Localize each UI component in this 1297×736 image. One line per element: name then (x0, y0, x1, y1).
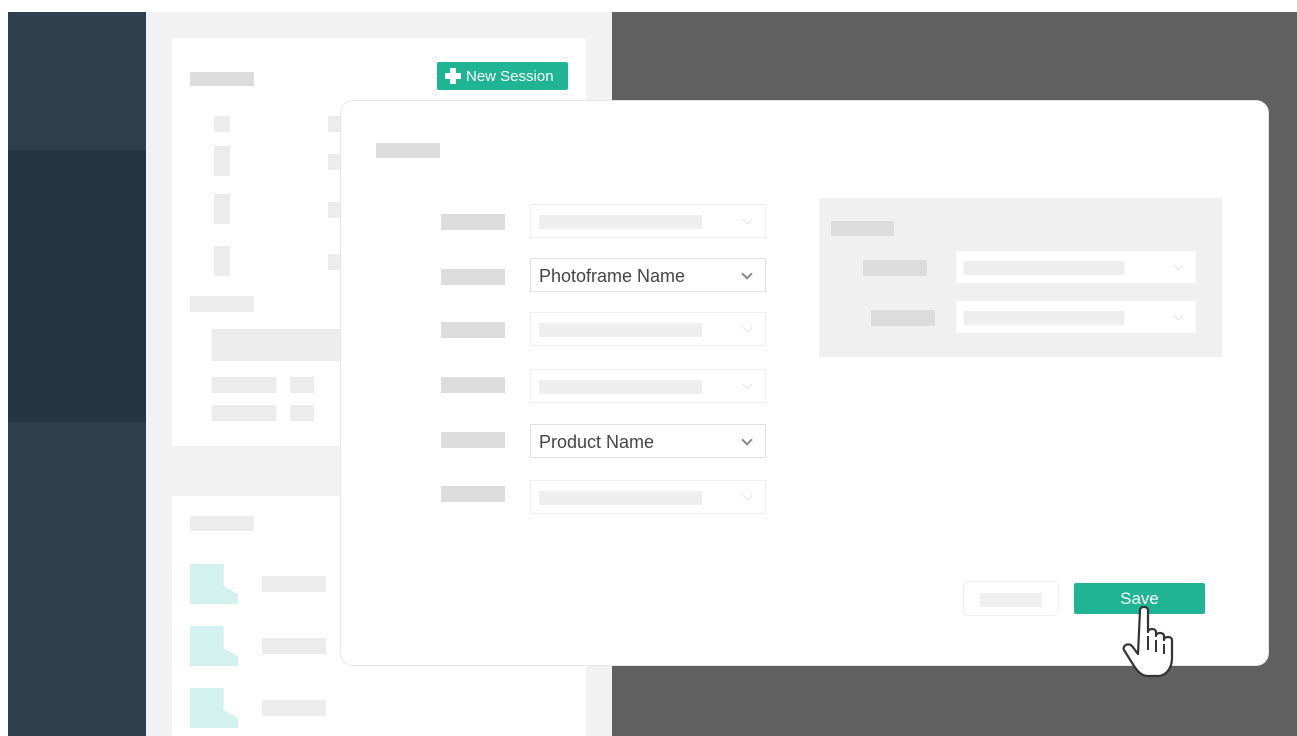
placeholder-cell (328, 116, 342, 132)
select-placeholder (539, 380, 702, 394)
placeholder-cell (328, 202, 342, 218)
placeholder-cell (328, 154, 342, 170)
chevron-down-icon (742, 322, 753, 333)
chevron-down-icon (741, 268, 753, 280)
placeholder-label (212, 405, 276, 421)
panel-select-1[interactable] (955, 250, 1197, 284)
placeholder-cell (328, 254, 342, 270)
plus-icon (445, 68, 461, 84)
chevron-down-icon (741, 434, 753, 446)
modal-title-placeholder (376, 143, 440, 158)
placeholder-label (262, 638, 326, 654)
sidebar-active-item[interactable] (8, 150, 146, 422)
select-placeholder (964, 311, 1124, 325)
field-label-placeholder (441, 214, 505, 230)
field-select-4[interactable] (530, 369, 766, 403)
hand-pointer-icon (1122, 606, 1174, 678)
field-label-placeholder (863, 260, 927, 276)
placeholder-cell (214, 146, 230, 176)
photoframe-select[interactable]: Photoframe Name (530, 258, 766, 292)
placeholder-input (212, 329, 342, 361)
chevron-down-icon (742, 214, 753, 225)
field-select-3[interactable] (530, 312, 766, 346)
placeholder-cell (214, 246, 230, 276)
placeholder-label (290, 405, 314, 421)
placeholder-label (290, 377, 314, 393)
field-label-placeholder (441, 486, 505, 502)
placeholder-label (212, 377, 276, 393)
field-label-placeholder (871, 310, 935, 326)
card-title-placeholder (190, 72, 254, 86)
chevron-down-icon (1173, 310, 1184, 321)
select-placeholder (539, 491, 702, 505)
placeholder-cell (214, 116, 230, 132)
placeholder-label (262, 576, 326, 592)
new-session-label: New Session (466, 67, 554, 85)
panel-select-2[interactable] (955, 300, 1197, 334)
placeholder-cell (214, 194, 230, 224)
product-select[interactable]: Product Name (530, 424, 766, 458)
field-label-placeholder (441, 269, 505, 285)
new-session-button[interactable]: New Session (437, 62, 568, 90)
chevron-down-icon (1173, 260, 1184, 271)
product-select-value: Product Name (539, 432, 655, 452)
field-label-placeholder (441, 377, 505, 393)
select-placeholder (539, 323, 702, 337)
field-select-1[interactable] (530, 204, 766, 238)
button-label-placeholder (980, 593, 1042, 607)
select-placeholder (539, 215, 702, 229)
cancel-button[interactable] (963, 581, 1059, 616)
chevron-down-icon (742, 379, 753, 390)
field-select-6[interactable] (530, 480, 766, 514)
placeholder-label (190, 296, 254, 312)
placeholder-label (190, 516, 254, 531)
field-label-placeholder (441, 432, 505, 448)
placeholder-label (262, 700, 326, 716)
panel-title-placeholder (831, 221, 894, 236)
chevron-down-icon (742, 490, 753, 501)
photoframe-select-value: Photoframe Name (539, 266, 686, 286)
field-label-placeholder (441, 322, 505, 338)
select-placeholder (964, 261, 1124, 275)
